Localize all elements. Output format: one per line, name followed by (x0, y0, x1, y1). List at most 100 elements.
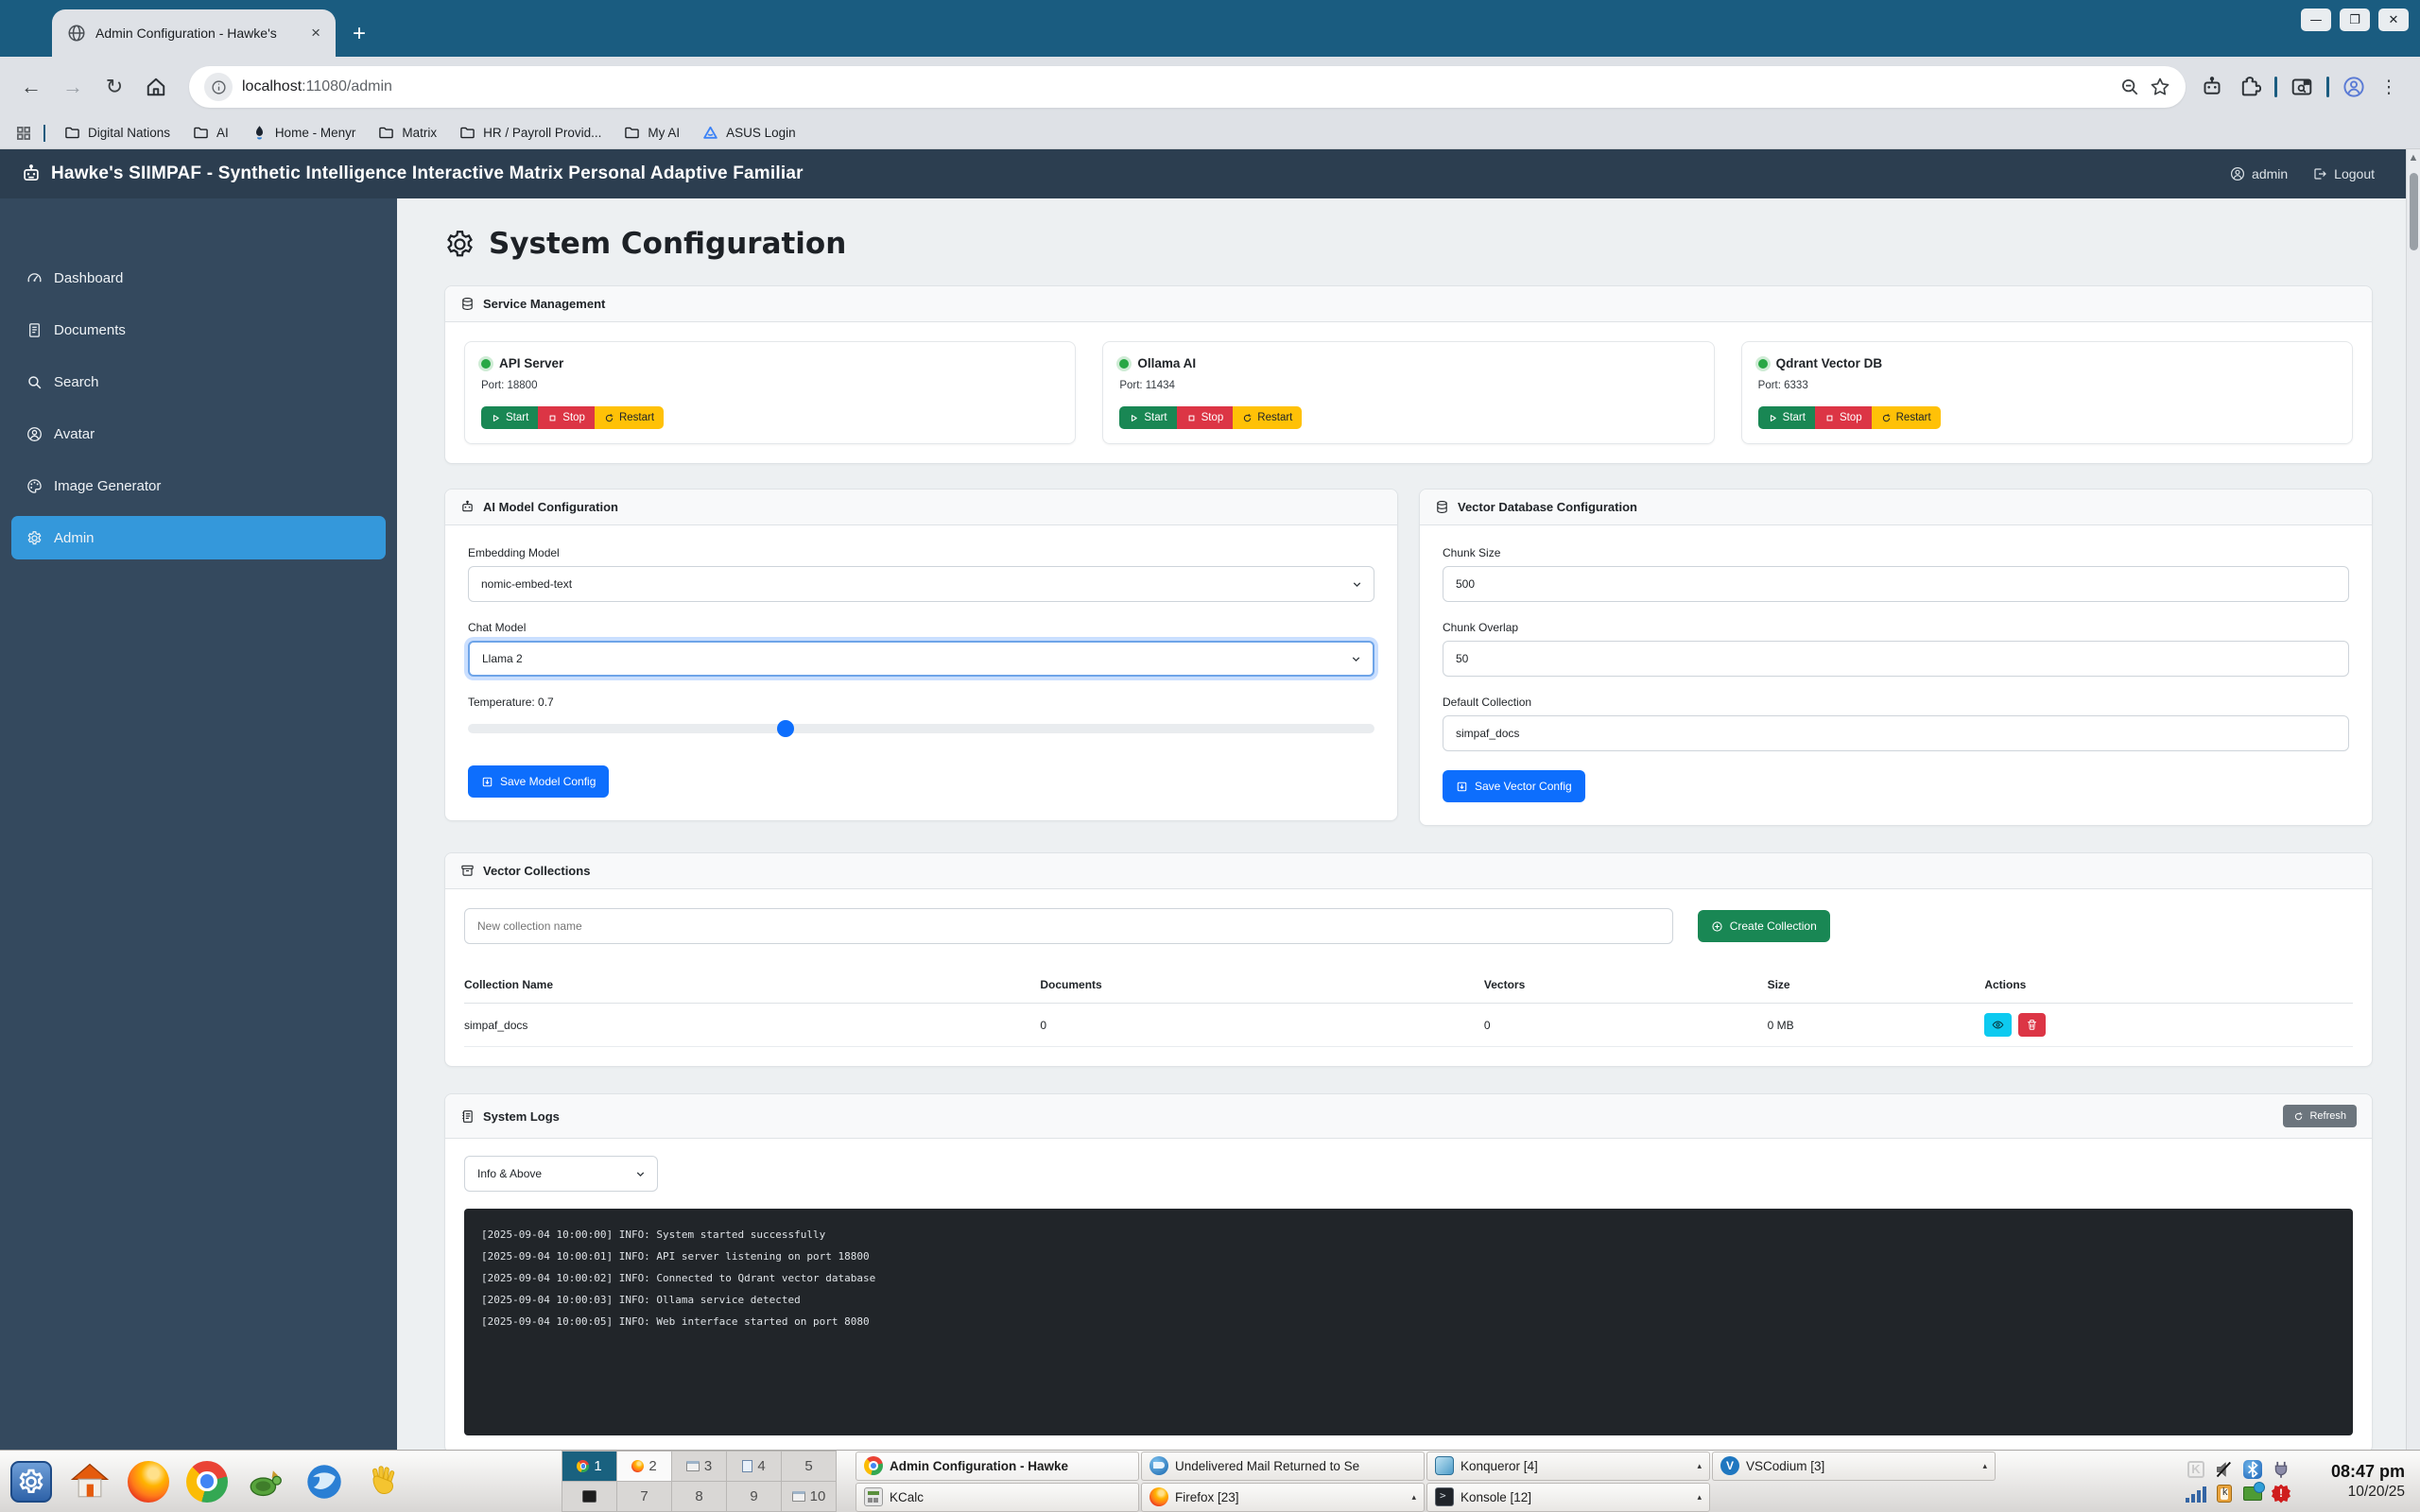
launcher-wave-hand[interactable] (361, 1460, 405, 1503)
start-button[interactable]: Start (1119, 406, 1176, 429)
url-text[interactable]: localhost:11080/admin (242, 78, 2110, 95)
window-minimize-button[interactable]: — (2301, 9, 2331, 31)
side-panel-search-icon[interactable] (2290, 76, 2313, 98)
launcher-home-folder[interactable] (68, 1460, 112, 1503)
bookmark-folder-digital-nations[interactable]: Digital Nations (57, 122, 178, 144)
extensions-puzzle-icon[interactable] (2238, 76, 2261, 98)
taskbar-clock[interactable]: 08:47 pm 10/20/25 (2310, 1461, 2405, 1503)
network-card-icon[interactable] (2243, 1486, 2262, 1501)
pager-desktop-9[interactable]: 9 (727, 1482, 781, 1511)
pager-desktop-1[interactable]: 1 (562, 1452, 616, 1481)
alert-notification-icon[interactable] (2272, 1485, 2290, 1503)
forward-button[interactable]: → (55, 69, 91, 105)
log-level-select[interactable]: Info & Above (464, 1156, 658, 1192)
robot-extension-icon[interactable] (2201, 76, 2223, 98)
task-kcalc[interactable]: KCalc (856, 1483, 1139, 1512)
launcher-firefox[interactable] (127, 1460, 170, 1503)
pager-desktop-4[interactable]: 4 (727, 1452, 781, 1481)
task-undelivered-mail[interactable]: Undelivered Mail Returned to Se (1141, 1452, 1425, 1481)
tab-close-icon[interactable]: × (307, 24, 324, 43)
page-scrollbar[interactable]: ▲ (2406, 149, 2420, 1450)
create-collection-button[interactable]: Create Collection (1698, 910, 1830, 942)
sidebar-item-image-generator[interactable]: Image Generator (11, 464, 386, 507)
restart-button[interactable]: Restart (1233, 406, 1302, 429)
bookmark-star-icon[interactable] (2150, 77, 2170, 97)
sidebar-item-search[interactable]: Search (11, 360, 386, 404)
launcher-chrome[interactable] (185, 1460, 229, 1503)
launcher-thunderbird[interactable] (302, 1460, 346, 1503)
stop-button[interactable]: Stop (1177, 406, 1234, 429)
stop-button[interactable]: Stop (538, 406, 595, 429)
pager-desktop-8[interactable]: 8 (672, 1482, 726, 1511)
refresh-logs-button[interactable]: Refresh (2283, 1105, 2357, 1127)
save-vector-config-button[interactable]: Save Vector Config (1443, 770, 1585, 802)
default-collection-label: Default Collection (1443, 696, 2349, 709)
site-info-button[interactable] (204, 73, 233, 101)
vector-db-config-card: Vector Database Configuration Chunk Size… (1419, 489, 2373, 826)
scrollbar-thumb[interactable] (2410, 173, 2418, 250)
start-button[interactable]: Start (481, 406, 538, 429)
log-console[interactable]: [2025-09-04 10:00:00] INFO: System start… (464, 1209, 2353, 1435)
sidebar-item-admin[interactable]: Admin (11, 516, 386, 559)
chunk-size-field[interactable] (1443, 566, 2349, 602)
new-tab-button[interactable]: + (353, 23, 366, 45)
pager-desktop-6[interactable] (562, 1482, 616, 1511)
browser-menu-button[interactable]: ⋮ (2371, 69, 2407, 105)
new-collection-input[interactable] (464, 908, 1673, 944)
apps-grid-icon[interactable] (15, 125, 32, 142)
volume-muted-icon[interactable] (2215, 1460, 2234, 1479)
tray-inactive-app-icon[interactable]: K (2187, 1461, 2204, 1478)
sidebar-item-dashboard[interactable]: Dashboard (11, 256, 386, 300)
delete-collection-button[interactable] (2018, 1013, 2046, 1037)
klipper-clipboard-icon[interactable] (2217, 1485, 2232, 1503)
pager-desktop-3[interactable]: 3 (672, 1452, 726, 1481)
bookmark-folder-my-ai[interactable]: My AI (616, 122, 687, 144)
bluetooth-icon[interactable] (2243, 1460, 2262, 1479)
restart-button[interactable]: Restart (595, 406, 664, 429)
scrollbar-up-arrow[interactable]: ▲ (2409, 152, 2419, 163)
save-model-config-button[interactable]: Save Model Config (468, 765, 609, 798)
service-port: Port: 18800 (481, 380, 1059, 391)
stop-button[interactable]: Stop (1815, 406, 1872, 429)
default-collection-field[interactable] (1443, 715, 2349, 751)
bookmark-folder-hr-payroll[interactable]: HR / Payroll Provid... (452, 122, 609, 144)
pager-desktop-2[interactable]: 2 (617, 1452, 671, 1481)
launcher-kde-menu[interactable] (9, 1460, 53, 1503)
bookmark-asus-login[interactable]: ASUS Login (695, 122, 804, 144)
view-collection-button[interactable] (1984, 1013, 2012, 1037)
sidebar-item-avatar[interactable]: Avatar (11, 412, 386, 455)
reload-button[interactable]: ↻ (96, 69, 132, 105)
bookmark-folder-matrix[interactable]: Matrix (371, 122, 444, 144)
power-plug-icon[interactable] (2272, 1460, 2290, 1479)
launcher-turtle-app[interactable] (244, 1460, 287, 1503)
logout-button[interactable]: Logout (2312, 166, 2375, 181)
task-vscodium-group[interactable]: V VSCodium [3] ▴ (1712, 1452, 1996, 1481)
temperature-slider[interactable] (468, 724, 1374, 733)
start-button[interactable]: Start (1758, 406, 1815, 429)
back-button[interactable]: ← (13, 69, 49, 105)
bookmark-home-menyr[interactable]: Home - Menyr (244, 122, 364, 144)
profile-avatar-icon[interactable] (2342, 76, 2365, 98)
restart-button[interactable]: Restart (1872, 406, 1941, 429)
bookmark-folder-ai[interactable]: AI (185, 122, 236, 144)
task-admin-configuration[interactable]: Admin Configuration - Hawke (856, 1452, 1139, 1481)
embedding-model-select[interactable]: nomic-embed-text (468, 566, 1374, 602)
browser-tab[interactable]: Admin Configuration - Hawke's × (52, 9, 336, 57)
task-konsole-group[interactable]: Konsole [12] ▴ (1426, 1483, 1710, 1512)
task-firefox-group[interactable]: Firefox [23] ▴ (1141, 1483, 1425, 1512)
window-close-button[interactable]: ✕ (2378, 9, 2409, 31)
slider-thumb[interactable] (777, 720, 794, 737)
pager-desktop-5[interactable]: 5 (782, 1452, 836, 1481)
zoom-out-icon[interactable] (2119, 77, 2140, 97)
sidebar-item-documents[interactable]: Documents (11, 308, 386, 352)
window-maximize-button[interactable]: ❐ (2340, 9, 2370, 31)
user-menu[interactable]: admin (2230, 166, 2288, 181)
network-signal-icon[interactable] (2186, 1486, 2206, 1503)
task-konqueror-group[interactable]: Konqueror [4] ▴ (1426, 1452, 1710, 1481)
chunk-overlap-field[interactable] (1443, 641, 2349, 677)
chat-model-select[interactable]: Llama 2 (468, 641, 1374, 677)
pager-desktop-10[interactable]: 10 (782, 1482, 836, 1511)
pager-desktop-7[interactable]: 7 (617, 1482, 671, 1511)
home-button[interactable] (138, 69, 174, 105)
url-bar[interactable]: localhost:11080/admin (189, 66, 2186, 108)
